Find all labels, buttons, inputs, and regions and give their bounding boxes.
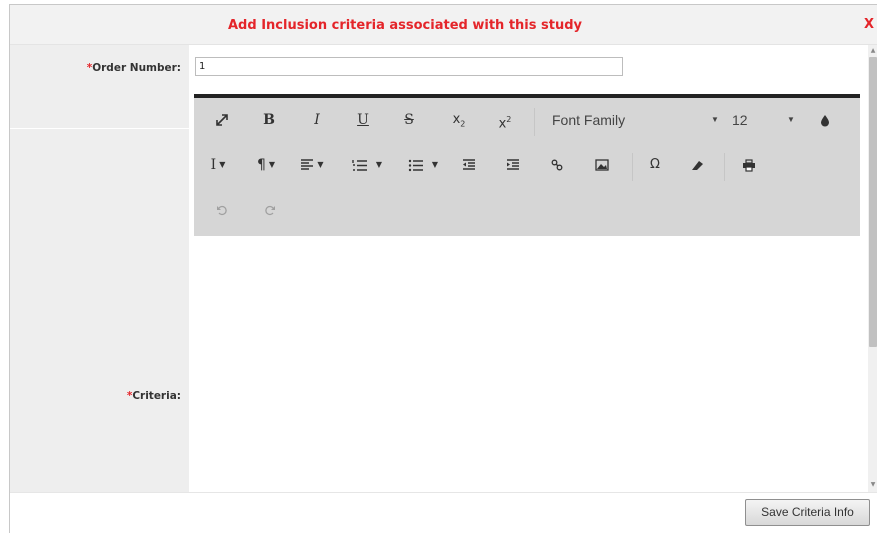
- toolbar-separator: [724, 153, 725, 181]
- font-size-select[interactable]: 12 ▼: [732, 102, 795, 138]
- omega-icon[interactable]: Ω: [642, 147, 668, 183]
- criteria-editor: B I U S x2 x2 Font Family ▼ 12 ▼ I ▼ ¶ ▼ ▼: [194, 94, 860, 496]
- superscript-button[interactable]: x2: [492, 102, 518, 138]
- link-icon[interactable]: [544, 147, 570, 183]
- pilcrow-icon[interactable]: ¶ ▼: [248, 147, 284, 183]
- label-divider: [10, 128, 189, 129]
- criteria-content-area[interactable]: [194, 236, 860, 496]
- superscript-2: 2: [506, 115, 512, 124]
- chevron-down-icon: ▼: [711, 115, 719, 124]
- expand-icon[interactable]: [208, 102, 236, 138]
- subscript-button[interactable]: x2: [446, 102, 472, 138]
- unordered-list-icon[interactable]: ▼: [400, 147, 446, 183]
- chevron-down-icon: ▼: [787, 115, 795, 124]
- scroll-down-icon[interactable]: ▼: [869, 481, 877, 489]
- align-icon[interactable]: ▼: [292, 147, 332, 183]
- redo-icon[interactable]: [258, 192, 282, 228]
- toolbar-row-3: [194, 192, 860, 228]
- dialog-title: Add Inclusion criteria associated with t…: [228, 18, 582, 33]
- undo-icon[interactable]: [210, 192, 234, 228]
- font-size-label: 12: [732, 112, 748, 128]
- font-family-select[interactable]: Font Family ▼: [552, 102, 720, 138]
- toolbar-row-1: B I U S x2 x2 Font Family ▼ 12 ▼: [194, 102, 860, 138]
- outdent-icon[interactable]: [456, 147, 482, 183]
- bold-button[interactable]: B: [256, 102, 282, 138]
- chevron-down-icon: ▼: [268, 160, 276, 169]
- underline-button[interactable]: U: [350, 102, 376, 138]
- criteria-label-text: Criteria:: [132, 390, 181, 402]
- order-number-label-text: Order Number:: [92, 62, 181, 74]
- print-icon[interactable]: [734, 147, 764, 183]
- image-icon[interactable]: [588, 147, 616, 183]
- ordered-list-icon[interactable]: ▼: [344, 147, 390, 183]
- order-number-input[interactable]: [195, 57, 623, 76]
- pilcrow-glyph: ¶: [256, 157, 266, 173]
- dialog-titlebar: Add Inclusion criteria associated with t…: [10, 5, 877, 45]
- line-height-glyph: I: [210, 157, 217, 173]
- strikethrough-button[interactable]: S: [396, 102, 422, 138]
- omega-glyph: Ω: [650, 157, 660, 172]
- indent-icon[interactable]: [500, 147, 526, 183]
- scroll-up-icon[interactable]: ▲: [869, 47, 877, 55]
- editor-toolbar: B I U S x2 x2 Font Family ▼ 12 ▼ I ▼ ¶ ▼ ▼: [194, 98, 860, 236]
- criteria-label: *Criteria:: [127, 390, 181, 402]
- subscript-2: 2: [460, 119, 466, 129]
- toolbar-row-2: I ▼ ¶ ▼ ▼ ▼ ▼ Ω: [194, 147, 860, 183]
- line-height-icon[interactable]: I ▼: [200, 147, 236, 183]
- chevron-down-icon: ▼: [317, 160, 324, 169]
- add-criteria-dialog: Add Inclusion criteria associated with t…: [9, 4, 877, 533]
- order-number-label: *Order Number:: [87, 62, 181, 74]
- save-criteria-button[interactable]: Save Criteria Info: [745, 499, 870, 526]
- chevron-down-icon: ▼: [219, 160, 226, 169]
- toolbar-separator: [632, 153, 633, 181]
- drop-icon[interactable]: [814, 102, 836, 138]
- eraser-icon[interactable]: [684, 147, 710, 183]
- font-family-label: Font Family: [552, 112, 626, 128]
- close-button[interactable]: X: [864, 17, 874, 32]
- chevron-down-icon: ▼: [375, 160, 383, 169]
- label-column: *Order Number: *Criteria:: [10, 45, 189, 492]
- chevron-down-icon: ▼: [431, 160, 439, 169]
- italic-button[interactable]: I: [304, 102, 330, 138]
- toolbar-separator: [534, 108, 535, 136]
- footer-divider: [10, 492, 877, 493]
- scrollbar-thumb[interactable]: [869, 57, 877, 347]
